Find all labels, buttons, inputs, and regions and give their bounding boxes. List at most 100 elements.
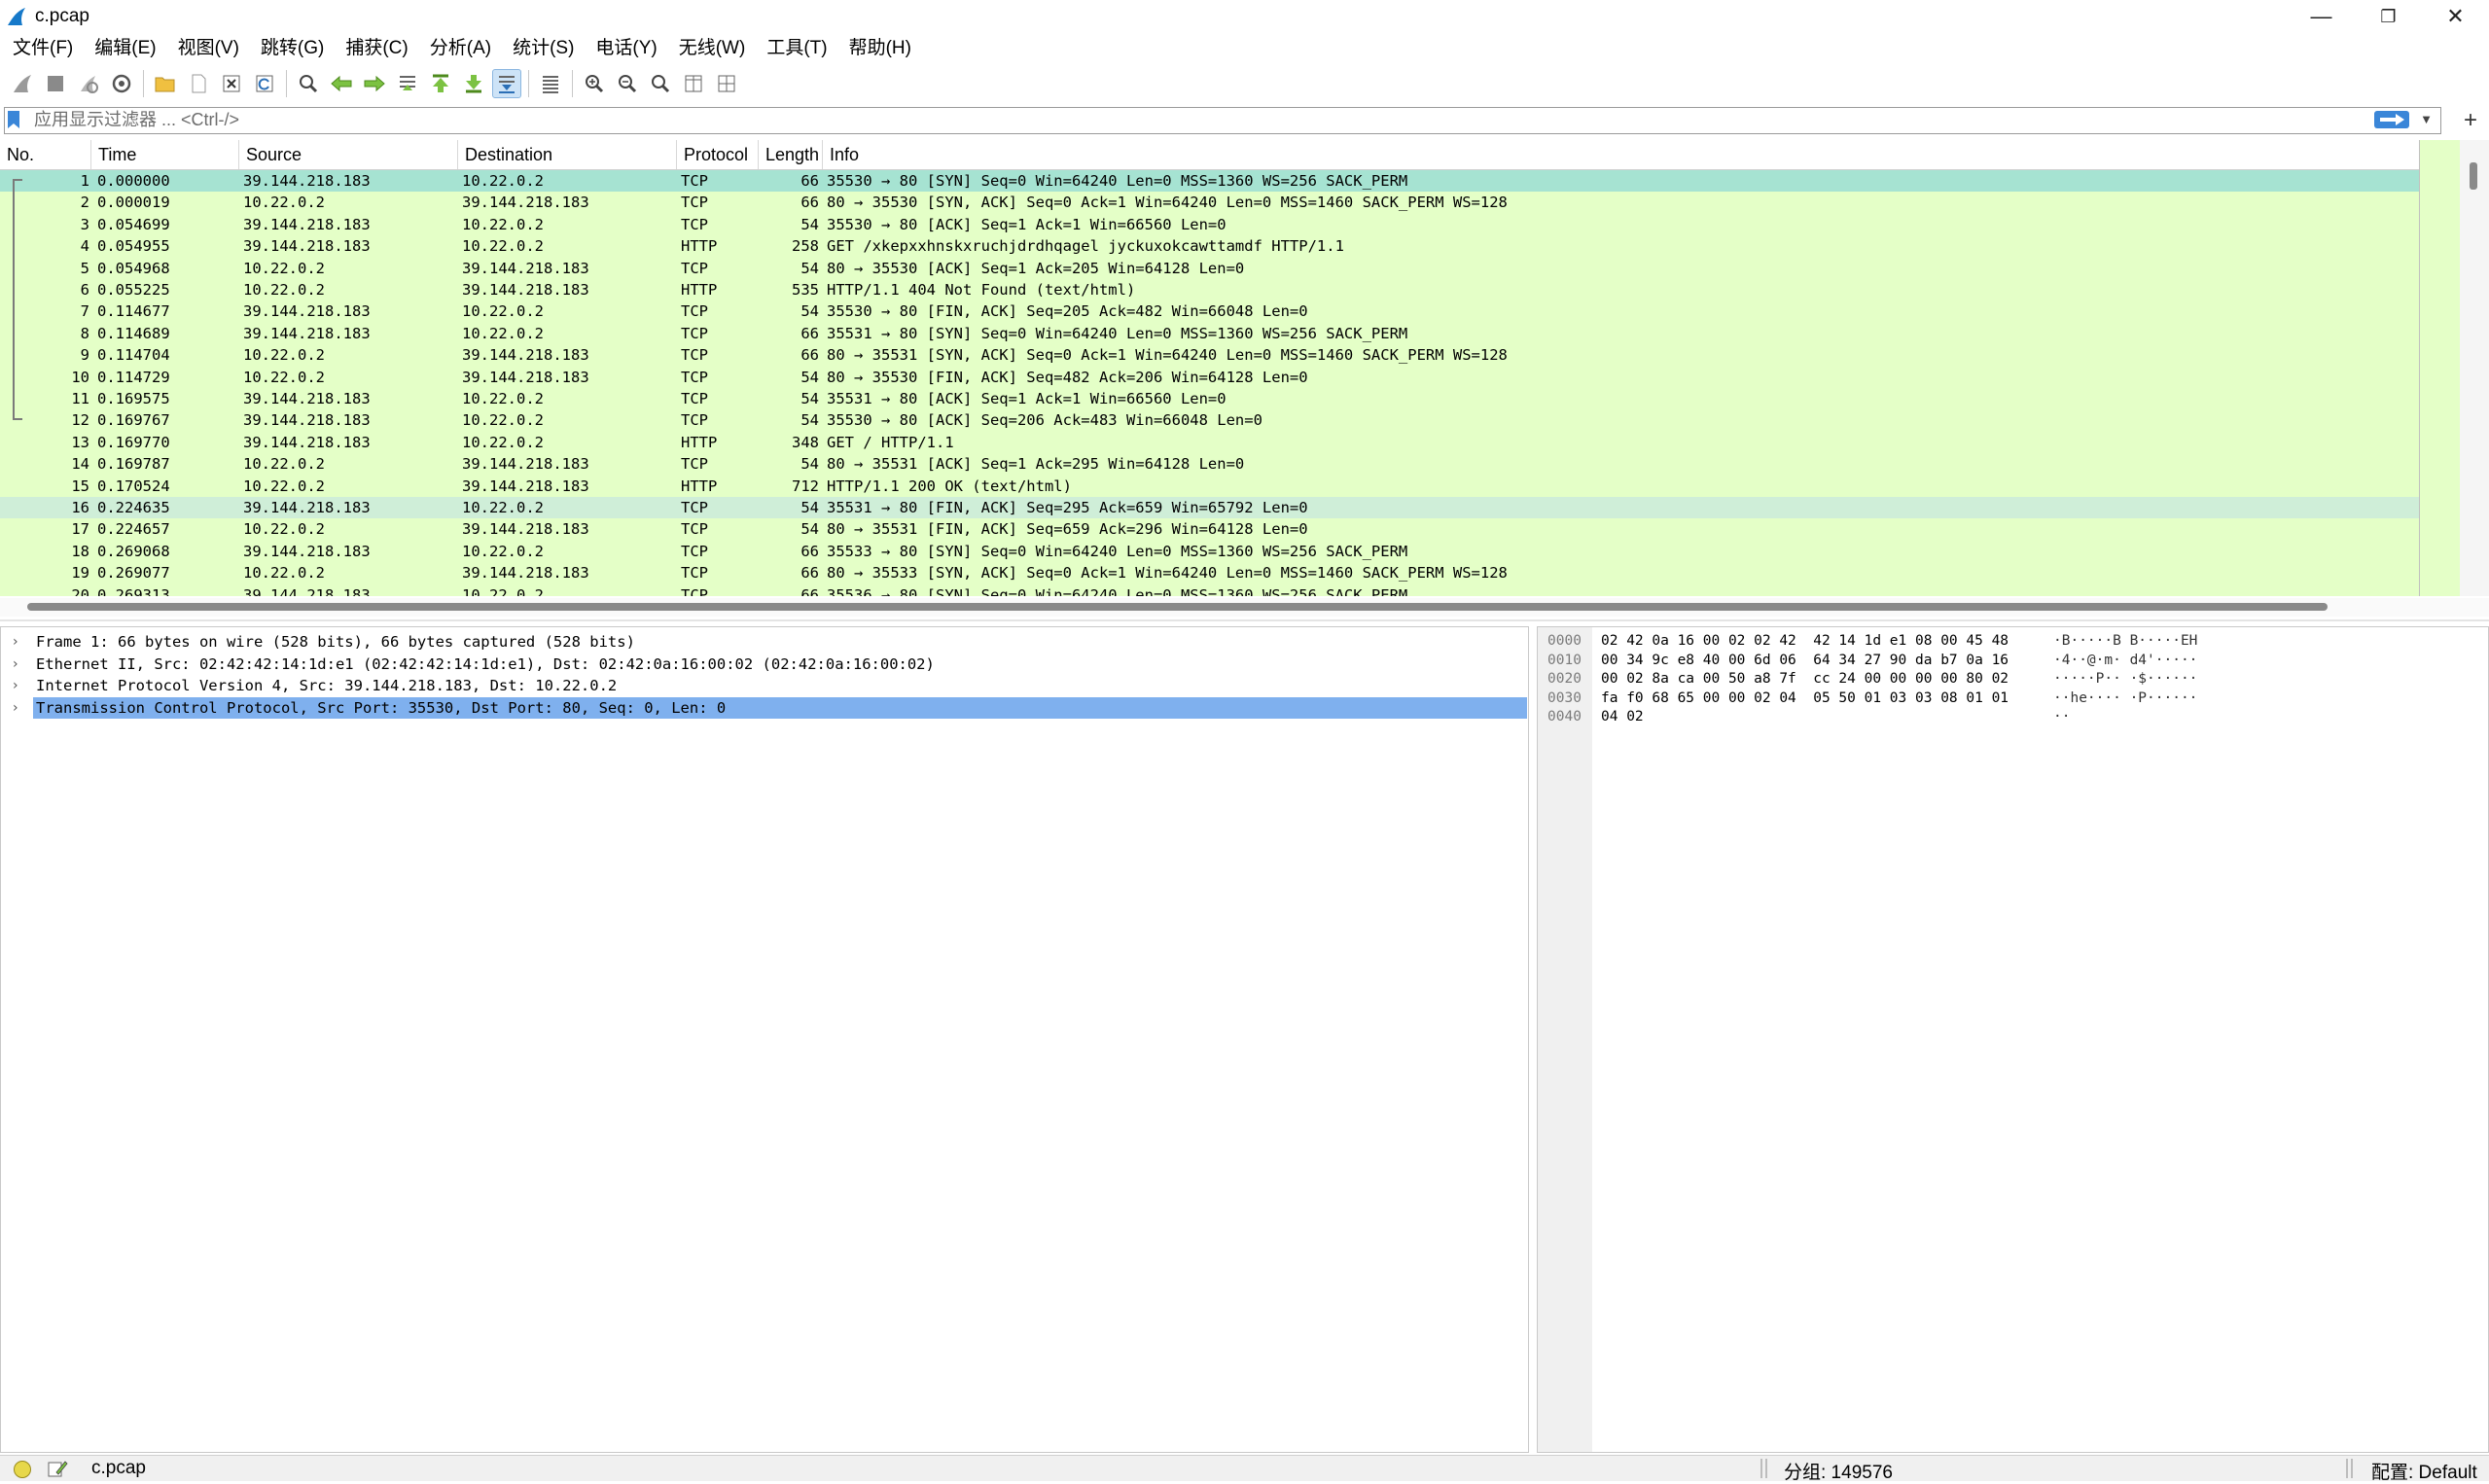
pane-splitter[interactable]: [0, 619, 2489, 621]
status-separator: [2351, 1459, 2353, 1478]
packet-cell-proto: HTTP: [681, 281, 718, 299]
menu-analyze[interactable]: 分析(A): [419, 33, 502, 64]
go-to-packet-icon[interactable]: [393, 69, 422, 98]
packet-row[interactable]: 11 0.169575 39.144.218.183 10.22.0.2 TCP 54 35…: [0, 388, 2419, 410]
bookmark-icon[interactable]: [7, 110, 20, 129]
packet-cell-dst: 10.22.0.2: [462, 411, 544, 430]
stop-square-icon[interactable]: [41, 69, 70, 98]
capture-comment-icon[interactable]: [47, 1459, 68, 1478]
close-file-icon[interactable]: [217, 69, 246, 98]
layout-icon[interactable]: [712, 69, 741, 98]
chevron-right-icon[interactable]: ›: [13, 631, 18, 654]
packet-row[interactable]: 13 0.169770 39.144.218.183 10.22.0.2 HTTP 348…: [0, 431, 2419, 454]
close-button[interactable]: ✕: [2422, 0, 2489, 33]
packet-row[interactable]: 6 0.055225 10.22.0.2 39.144.218.183 HTTP 535 H…: [0, 279, 2419, 301]
packet-minimap[interactable]: [2419, 140, 2461, 596]
scrollbar-thumb[interactable]: [27, 603, 2328, 611]
menu-view[interactable]: 视图(V): [167, 33, 250, 64]
reload-icon[interactable]: [250, 69, 279, 98]
detail-tree-row[interactable]: › Ethernet II, Src: 02:42:42:14:1d:e1 (02…: [1, 654, 1528, 676]
minimize-button[interactable]: —: [2288, 0, 2355, 33]
packet-row[interactable]: 3 0.054699 39.144.218.183 10.22.0.2 TCP 54 355…: [0, 213, 2419, 236]
menu-capture[interactable]: 捕获(C): [335, 33, 418, 64]
scrollbar-thumb[interactable]: [2470, 162, 2477, 190]
chevron-right-icon[interactable]: ›: [13, 654, 18, 676]
column-header-length[interactable]: Length: [759, 140, 823, 169]
packet-cell-time: 0.000000: [97, 172, 170, 190]
colorize-icon[interactable]: [536, 69, 565, 98]
restore-button[interactable]: ❐: [2355, 0, 2422, 33]
last-packet-icon[interactable]: [459, 69, 488, 98]
column-header-time[interactable]: Time: [91, 140, 239, 169]
menu-edit[interactable]: 编辑(E): [84, 33, 166, 64]
back-arrow-icon[interactable]: [327, 69, 356, 98]
file-icon[interactable]: [184, 69, 213, 98]
forward-arrow-icon[interactable]: [360, 69, 389, 98]
bytes-row[interactable]: 0020 00 02 8a ca 00 50 a8 7f cc 24 00 00 …: [1538, 670, 2486, 689]
column-header-no[interactable]: No.: [0, 140, 91, 169]
bytes-row[interactable]: 0030 fa f0 68 65 00 00 02 04 05 50 01 03 …: [1538, 689, 2486, 709]
zoom-out-icon[interactable]: [613, 69, 642, 98]
packet-row[interactable]: 17 0.224657 10.22.0.2 39.144.218.183 TCP 54 80…: [0, 518, 2419, 541]
packet-cell-len: 54: [800, 302, 819, 321]
first-packet-icon[interactable]: [426, 69, 455, 98]
packet-row[interactable]: 1 0.000000 39.144.218.183 10.22.0.2 TCP 66 355…: [0, 170, 2419, 194]
packet-cell-src: 39.144.218.183: [243, 302, 371, 321]
detail-tree-row[interactable]: › Internet Protocol Version 4, Src: 39.14…: [1, 675, 1528, 697]
packet-list-horizontal-scrollbar[interactable]: [0, 598, 2489, 617]
expert-info-led-icon[interactable]: [14, 1461, 31, 1478]
packet-row[interactable]: 14 0.169787 10.22.0.2 39.144.218.183 TCP 54 80…: [0, 453, 2419, 476]
menu-wireless[interactable]: 无线(W): [668, 33, 757, 64]
packet-row[interactable]: 9 0.114704 10.22.0.2 39.144.218.183 TCP 66 80 …: [0, 344, 2419, 367]
packet-row[interactable]: 15 0.170524 10.22.0.2 39.144.218.183 HTTP 712…: [0, 475, 2419, 497]
resize-columns-icon[interactable]: [679, 69, 708, 98]
menu-help[interactable]: 帮助(H): [838, 33, 922, 64]
detail-tree-row[interactable]: › Frame 1: 66 bytes on wire (528 bits), 6…: [1, 631, 1528, 654]
packet-row[interactable]: 8 0.114689 39.144.218.183 10.22.0.2 TCP 66 355…: [0, 322, 2419, 345]
chevron-right-icon[interactable]: ›: [13, 675, 18, 697]
zoom-reset-icon[interactable]: [646, 69, 675, 98]
packet-cell-info: 80 → 35530 [FIN, ACK] Seq=482 Ack=206 Wi…: [827, 368, 1308, 386]
bytes-ascii: ·4··@·m· d4'·····: [2053, 652, 2198, 668]
toolbar-separator: [528, 70, 529, 97]
bytes-row[interactable]: 0040 04 02 ··: [1538, 708, 2486, 727]
detail-tree-row[interactable]: › Transmission Control Protocol, Src Port…: [1, 696, 1528, 720]
packet-cell-proto: TCP: [681, 390, 708, 407]
restart-icon[interactable]: [74, 69, 103, 98]
chevron-down-icon[interactable]: ▼: [2420, 112, 2433, 126]
open-folder-icon[interactable]: [151, 69, 180, 98]
capture-options-icon[interactable]: [107, 69, 136, 98]
add-filter-button[interactable]: +: [2464, 107, 2477, 134]
column-header-source[interactable]: Source: [239, 140, 458, 169]
packet-row[interactable]: 10 0.114729 10.22.0.2 39.144.218.183 TCP 54 80…: [0, 366, 2419, 388]
packet-row[interactable]: 12 0.169767 39.144.218.183 10.22.0.2 TCP 54 35…: [0, 409, 2419, 432]
column-header-protocol[interactable]: Protocol: [677, 140, 759, 169]
packet-row[interactable]: 7 0.114677 39.144.218.183 10.22.0.2 TCP 54 355…: [0, 300, 2419, 323]
bytes-row[interactable]: 0010 00 34 9c e8 40 00 6d 06 64 34 27 90 …: [1538, 652, 2486, 671]
packet-row[interactable]: 16 0.224635 39.144.218.183 10.22.0.2 TCP 54 35…: [0, 497, 2419, 519]
packet-row[interactable]: 5 0.054968 10.22.0.2 39.144.218.183 TCP 54 80 …: [0, 257, 2419, 279]
menu-telephony[interactable]: 电话(Y): [585, 33, 667, 64]
chevron-right-icon[interactable]: ›: [13, 697, 18, 720]
menu-statistics[interactable]: 统计(S): [502, 33, 585, 64]
packet-cell-src: 10.22.0.2: [243, 477, 325, 495]
packet-row[interactable]: 19 0.269077 10.22.0.2 39.144.218.183 TCP 66 80…: [0, 562, 2419, 584]
packet-row[interactable]: 2 0.000019 10.22.0.2 39.144.218.183 TCP 66 80 …: [0, 192, 2419, 214]
autoscroll-icon[interactable]: [492, 69, 521, 98]
packet-row[interactable]: 4 0.054955 39.144.218.183 10.22.0.2 HTTP 258 G…: [0, 235, 2419, 258]
menu-file[interactable]: 文件(F): [0, 33, 84, 64]
packet-list-vertical-scrollbar[interactable]: [2460, 140, 2489, 596]
menu-tools[interactable]: 工具(T): [756, 33, 837, 64]
bytes-row[interactable]: 0000 02 42 0a 16 00 02 02 42 42 14 1d e1 …: [1538, 632, 2486, 652]
shark-fin-start-icon[interactable]: [8, 69, 37, 98]
display-filter-input[interactable]: [34, 110, 2368, 129]
packet-row[interactable]: 20 0.269313 39.144.218.183 10.22.0.2 TCP 66 35…: [0, 583, 2419, 596]
column-header-info[interactable]: Info: [823, 140, 2419, 169]
menu-go[interactable]: 跳转(G): [250, 33, 335, 64]
zoom-in-icon[interactable]: [580, 69, 609, 98]
find-icon[interactable]: [294, 69, 323, 98]
packet-cell-len: 54: [800, 520, 819, 539]
apply-filter-button[interactable]: [2374, 111, 2409, 128]
packet-row[interactable]: 18 0.269068 39.144.218.183 10.22.0.2 TCP 66 35…: [0, 540, 2419, 563]
column-header-destination[interactable]: Destination: [458, 140, 677, 169]
